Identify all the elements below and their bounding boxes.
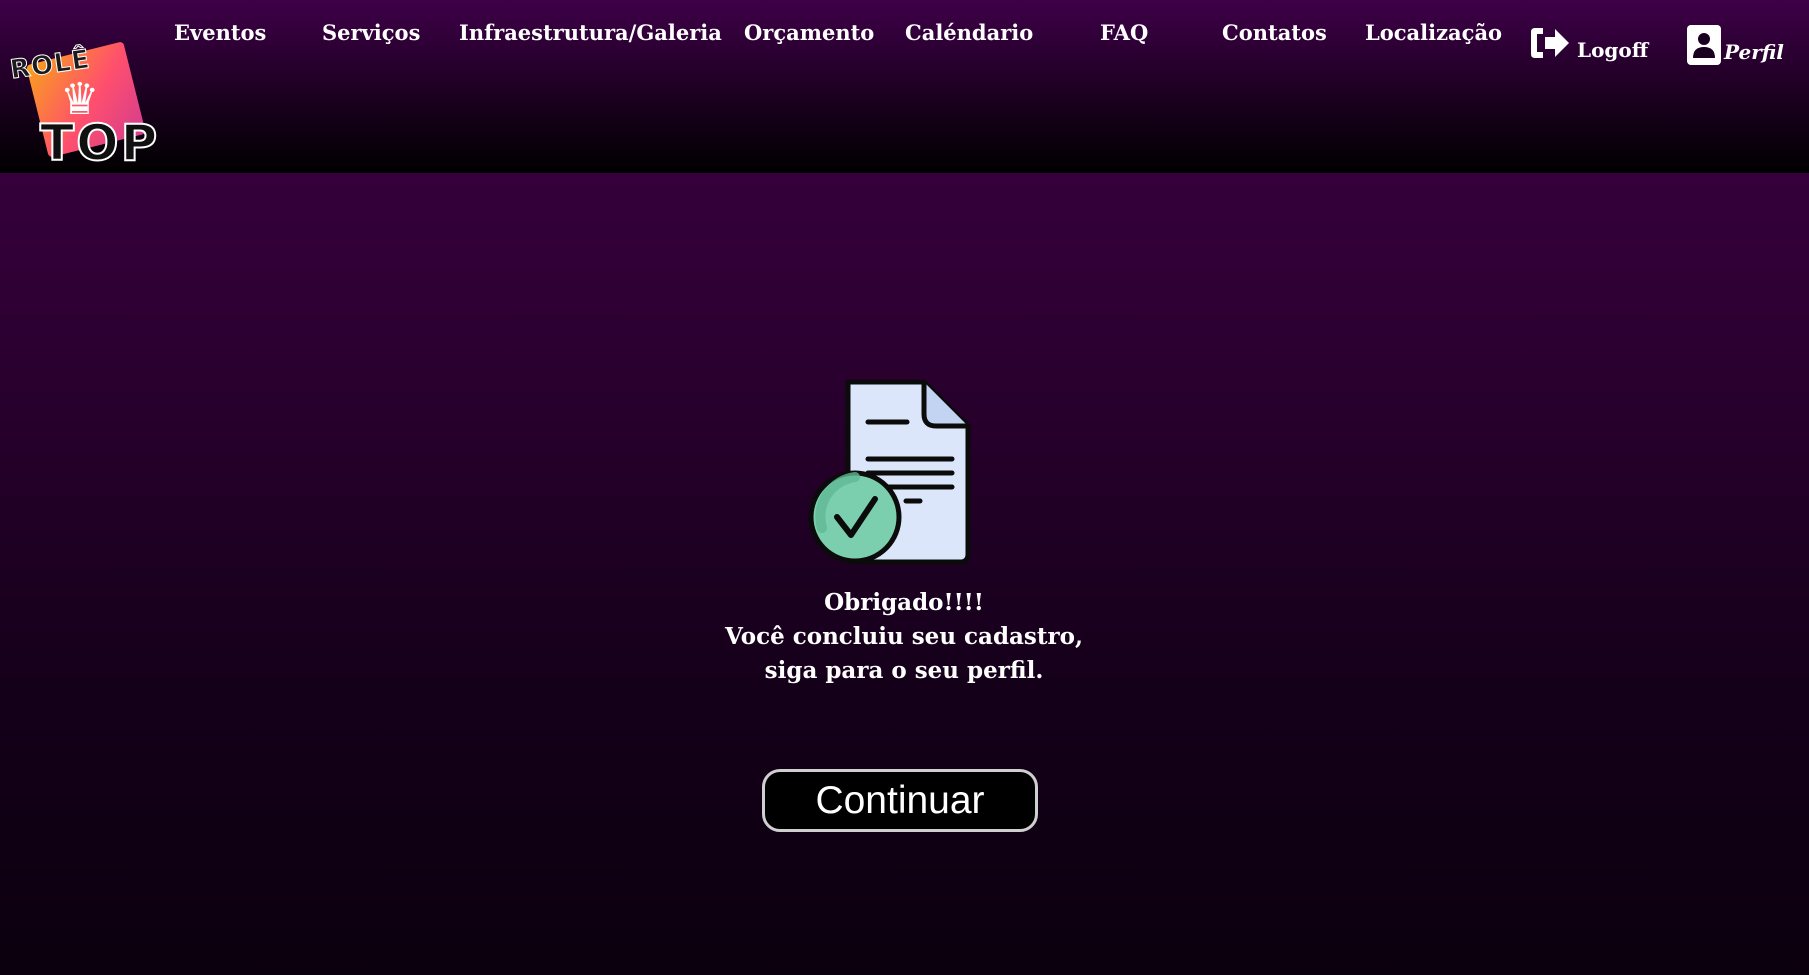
user-card-icon (1687, 25, 1721, 65)
nav-item-contatos[interactable]: Contatos (1222, 20, 1327, 45)
perfil-button[interactable]: Perfil (1686, 24, 1784, 66)
logo-bottom-word: TOP (39, 114, 160, 172)
nav-item-servicos[interactable]: Serviços (322, 20, 420, 45)
document-check-icon (808, 379, 971, 565)
top-navigation-bar: ROLÊ ♛ TOP Eventos Serviços Infraestrutu… (0, 0, 1809, 173)
confirmation-content: Obrigado!!!! Você concluiu seu cadastro,… (0, 173, 1809, 975)
confirmation-message: Obrigado!!!! Você concluiu seu cadastro,… (604, 586, 1204, 688)
nav-item-faq[interactable]: FAQ (1100, 20, 1148, 45)
nav-item-calendario[interactable]: Caléndario (905, 20, 1033, 45)
site-logo[interactable]: ROLÊ ♛ TOP (8, 41, 178, 172)
message-line-next-step: siga para o seu perfil. (764, 657, 1044, 684)
message-line-thanks: Obrigado!!!! (824, 589, 984, 616)
nav-item-orcamento[interactable]: Orçamento (744, 20, 874, 45)
nav-item-eventos[interactable]: Eventos (174, 20, 266, 45)
nav-item-localizacao[interactable]: Localização (1365, 20, 1502, 45)
message-line-completed: Você concluiu seu cadastro, (725, 623, 1083, 650)
logoff-button[interactable]: Logoff (1529, 24, 1648, 62)
sign-out-icon (1531, 28, 1569, 58)
logoff-label: Logoff (1577, 38, 1649, 62)
nav-item-infraestrutura-galeria[interactable]: Infraestrutura/Galeria (459, 20, 722, 45)
perfil-label: Perfil (1724, 40, 1784, 64)
continue-button[interactable]: Continuar (762, 769, 1038, 832)
